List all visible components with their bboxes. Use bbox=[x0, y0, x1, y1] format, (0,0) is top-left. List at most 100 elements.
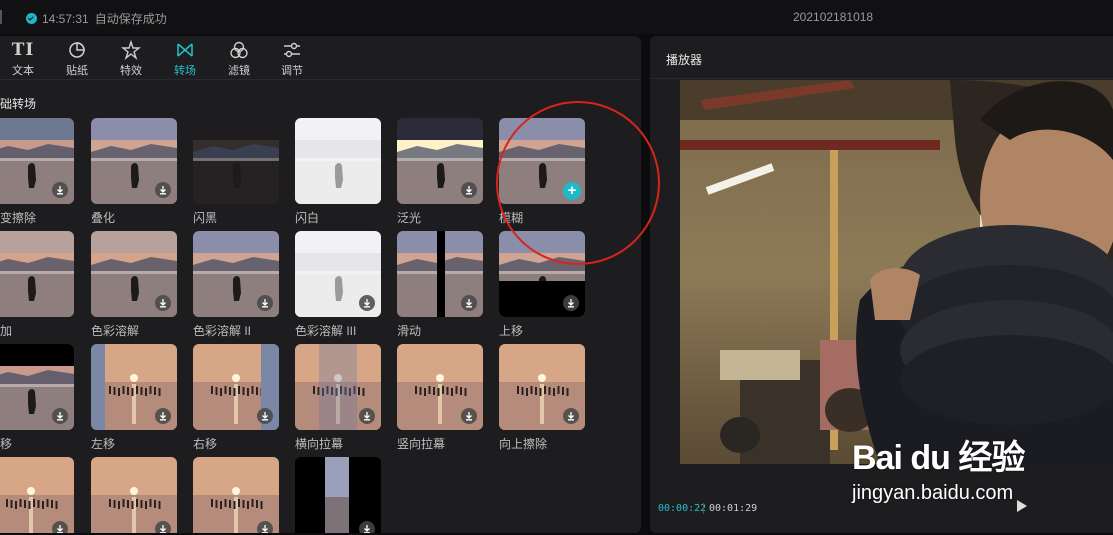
download-icon[interactable] bbox=[155, 295, 171, 311]
divider bbox=[0, 10, 2, 24]
download-icon[interactable] bbox=[155, 521, 171, 533]
transition-item[interactable] bbox=[0, 457, 76, 533]
tab-filter[interactable]: 滤镜 bbox=[219, 40, 259, 78]
transition-thumbnail[interactable] bbox=[193, 118, 279, 204]
transition-item[interactable]: 色彩溶解 III bbox=[295, 231, 383, 339]
transition-thumbnail[interactable] bbox=[193, 344, 279, 430]
transition-item[interactable]: 闪白 bbox=[295, 118, 383, 226]
download-icon[interactable] bbox=[155, 182, 171, 198]
transition-thumbnail[interactable] bbox=[397, 344, 483, 430]
add-icon[interactable]: + bbox=[563, 182, 581, 200]
transition-item[interactable]: 上移 bbox=[499, 231, 587, 339]
download-icon[interactable] bbox=[52, 182, 68, 198]
transition-item[interactable]: 色彩溶解 II bbox=[193, 231, 281, 339]
tab-text-label: 文本 bbox=[12, 65, 34, 77]
transition-icon bbox=[177, 43, 193, 57]
watermark-url: jingyan.baidu.com bbox=[852, 482, 1014, 504]
transition-thumbnail[interactable] bbox=[295, 118, 381, 204]
download-icon[interactable] bbox=[52, 408, 68, 424]
tab-adjust-label: 调节 bbox=[281, 65, 303, 77]
tab-effects[interactable]: 特效 bbox=[111, 40, 151, 78]
transition-item[interactable] bbox=[295, 457, 383, 533]
tab-transition[interactable]: 转场 bbox=[165, 40, 205, 78]
transition-item[interactable]: 下移 bbox=[0, 344, 76, 452]
transition-item[interactable]: 左移 bbox=[91, 344, 179, 452]
transition-item[interactable] bbox=[193, 457, 281, 533]
transition-thumbnail[interactable] bbox=[91, 231, 177, 317]
transition-item[interactable]: 竖向拉幕 bbox=[397, 344, 485, 452]
download-icon[interactable] bbox=[359, 408, 375, 424]
download-icon[interactable] bbox=[359, 521, 375, 533]
transition-label: 左移 bbox=[91, 437, 116, 451]
download-icon[interactable] bbox=[257, 295, 273, 311]
transition-thumbnail[interactable]: + bbox=[499, 118, 585, 204]
transition-thumbnail[interactable] bbox=[397, 231, 483, 317]
tab-adjust[interactable]: 调节 bbox=[272, 40, 312, 78]
transition-label: 右移 bbox=[193, 437, 218, 451]
project-name[interactable]: 202102181018 bbox=[793, 10, 873, 24]
tab-filter-label: 滤镜 bbox=[228, 65, 250, 77]
transition-thumbnail[interactable] bbox=[193, 231, 279, 317]
check-circle-icon bbox=[26, 13, 37, 24]
transition-thumbnail[interactable] bbox=[193, 457, 279, 533]
effects-icon bbox=[121, 40, 141, 60]
download-icon[interactable] bbox=[563, 408, 579, 424]
video-frame bbox=[680, 80, 1113, 464]
transition-item[interactable]: 新变擦除 bbox=[0, 118, 76, 226]
tab-text[interactable]: TI 文本 bbox=[3, 40, 43, 78]
total-time: 00:01:29 bbox=[709, 503, 758, 514]
download-icon[interactable] bbox=[359, 295, 375, 311]
transition-label: 滑动 bbox=[397, 324, 422, 338]
tab-sticker[interactable]: 贴纸 bbox=[57, 40, 97, 78]
transition-thumbnail[interactable] bbox=[295, 231, 381, 317]
transition-thumbnail[interactable] bbox=[0, 118, 74, 204]
transition-thumbnail[interactable] bbox=[91, 457, 177, 533]
transition-item[interactable]: 泛光 bbox=[397, 118, 485, 226]
download-icon[interactable] bbox=[257, 521, 273, 533]
transition-item[interactable]: 滑动 bbox=[397, 231, 485, 339]
download-icon[interactable] bbox=[257, 408, 273, 424]
transition-thumbnail[interactable] bbox=[0, 344, 74, 430]
transition-item[interactable]: 横向拉幕 bbox=[295, 344, 383, 452]
transition-thumbnail[interactable] bbox=[0, 231, 74, 317]
transition-thumbnail[interactable] bbox=[295, 344, 381, 430]
transition-item[interactable]: 叠加 bbox=[0, 231, 76, 339]
transition-label: 模糊 bbox=[499, 211, 524, 225]
transition-label: 色彩溶解 III bbox=[295, 324, 357, 338]
transition-item[interactable]: + 模糊 bbox=[499, 118, 587, 226]
autosave-status: 14:57:31 自动保存成功 bbox=[26, 10, 167, 27]
transition-item[interactable] bbox=[91, 457, 179, 533]
play-icon[interactable] bbox=[1017, 500, 1027, 512]
transition-label: 色彩溶解 II bbox=[193, 324, 252, 338]
watermark-brand: Bai du 经验 bbox=[852, 439, 1025, 477]
transition-thumbnail[interactable] bbox=[499, 231, 585, 317]
transition-item[interactable]: 向上擦除 bbox=[499, 344, 587, 452]
transition-thumbnail[interactable] bbox=[0, 457, 74, 533]
video-preview[interactable] bbox=[680, 80, 1113, 464]
transition-item[interactable]: 色彩溶解 bbox=[91, 231, 179, 339]
autosave-text: 自动保存成功 bbox=[94, 12, 167, 26]
transition-label: 向上擦除 bbox=[499, 437, 548, 451]
download-icon[interactable] bbox=[563, 295, 579, 311]
transition-thumbnail[interactable] bbox=[499, 344, 585, 430]
transition-thumbnail[interactable] bbox=[91, 118, 177, 204]
transition-label: 叠化 bbox=[91, 211, 116, 225]
transition-label: 叠加 bbox=[0, 324, 13, 338]
transition-thumbnail[interactable] bbox=[295, 457, 381, 533]
top-status-bar: 14:57:31 自动保存成功 202102181018 bbox=[0, 0, 1113, 34]
transition-thumbnail[interactable] bbox=[91, 344, 177, 430]
transition-label: 闪白 bbox=[295, 211, 320, 225]
transition-item[interactable]: 右移 bbox=[193, 344, 281, 452]
transition-item[interactable]: 闪黑 bbox=[193, 118, 281, 226]
transition-label: 竖向拉幕 bbox=[397, 437, 446, 451]
download-icon[interactable] bbox=[155, 408, 171, 424]
download-icon[interactable] bbox=[461, 295, 477, 311]
download-icon[interactable] bbox=[52, 521, 68, 533]
transition-thumbnail[interactable] bbox=[397, 118, 483, 204]
transition-item[interactable]: 叠化 bbox=[91, 118, 179, 226]
tab-transition-label: 转场 bbox=[174, 65, 196, 77]
transition-label: 泛光 bbox=[397, 211, 422, 225]
sticker-icon bbox=[69, 42, 85, 58]
download-icon[interactable] bbox=[461, 182, 477, 198]
download-icon[interactable] bbox=[461, 408, 477, 424]
